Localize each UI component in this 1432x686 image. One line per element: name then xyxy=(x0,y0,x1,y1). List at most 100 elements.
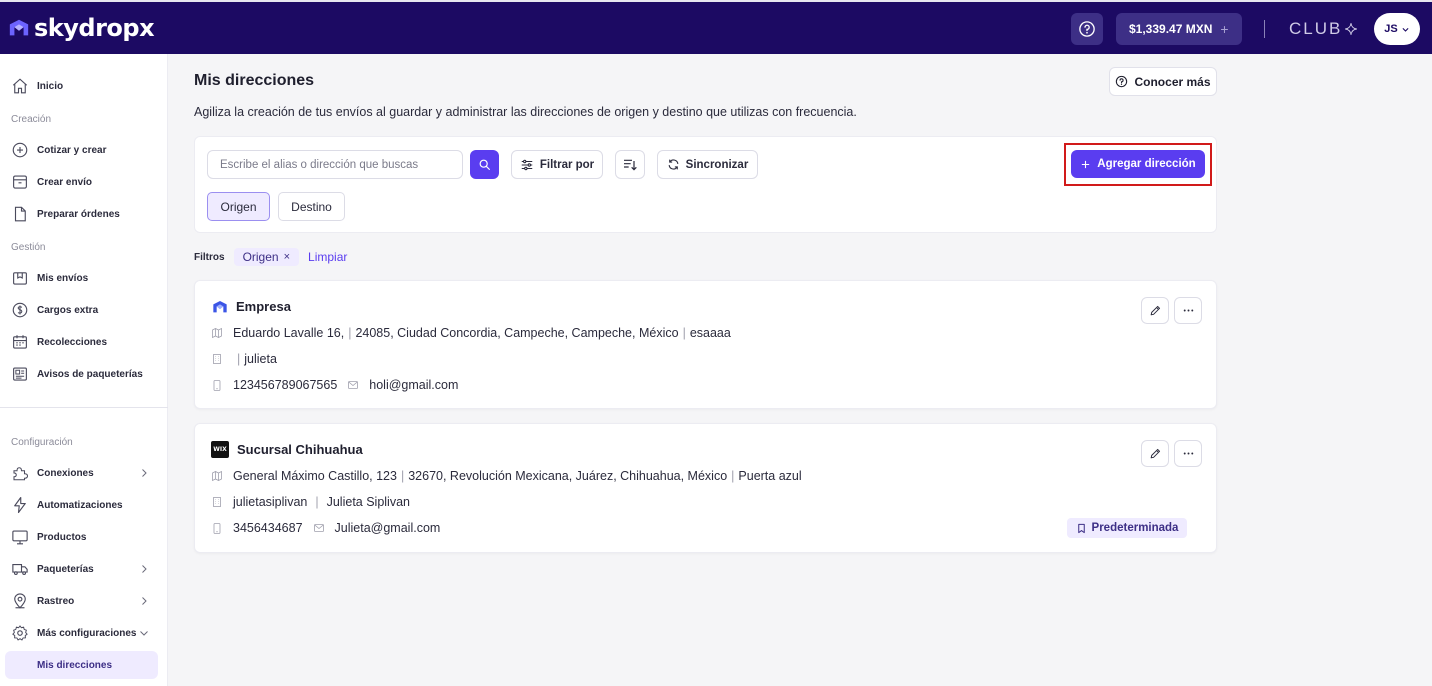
sidebar-item-label: Mis envíos xyxy=(37,272,89,284)
address-reference: Puerta azul xyxy=(738,469,802,483)
conocer-mas-button[interactable]: Conocer más xyxy=(1109,67,1217,96)
club-link[interactable]: CLUB xyxy=(1289,19,1358,39)
sidebar-item-mis-direcciones[interactable]: Mis direcciones xyxy=(5,651,158,679)
separator: | xyxy=(237,352,241,366)
toggle-destino[interactable]: Destino xyxy=(278,192,345,221)
sidebar-item-label: Avisos de paqueterías xyxy=(37,368,143,380)
sidebar-item-mas-configuraciones[interactable]: Más configuraciones xyxy=(5,619,158,647)
sidebar-section-creacion: Creación xyxy=(11,114,52,125)
home-icon xyxy=(10,76,30,96)
sidebar-section-gestion: Gestión xyxy=(11,242,46,253)
separator: | xyxy=(731,469,735,483)
sidebar-item-cotizar[interactable]: Cotizar y crear xyxy=(5,136,158,164)
sidebar-item-label: Cargos extra xyxy=(37,304,99,316)
bookmark-icon xyxy=(1077,523,1085,533)
sidebar-item-automatizaciones[interactable]: Automatizaciones xyxy=(5,491,158,519)
sidebar-item-recolecciones[interactable]: Recolecciones xyxy=(5,328,158,356)
wix-badge-text: WIX xyxy=(213,446,227,453)
address-header: WIX Sucursal Chihuahua xyxy=(211,441,363,458)
sidebar-item-label: Paqueterías xyxy=(37,563,94,575)
wix-brand-icon: WIX xyxy=(211,441,229,458)
sidebar-item-label: Preparar órdenes xyxy=(37,208,120,220)
sidebar-item-label: Rastreo xyxy=(37,595,75,607)
chevron-down-icon xyxy=(140,631,148,636)
chevron-right-icon xyxy=(142,597,147,605)
sidebar-item-productos[interactable]: Productos xyxy=(5,523,158,551)
more-options-button[interactable] xyxy=(1174,440,1202,467)
sincronizar-button[interactable]: Sincronizar xyxy=(657,150,758,179)
search-input[interactable] xyxy=(207,150,463,179)
refresh-icon xyxy=(668,159,679,170)
filtrar-por-label: Filtrar por xyxy=(539,158,595,171)
building-icon xyxy=(211,352,223,366)
sidebar-section-configuracion: Configuración xyxy=(11,437,73,448)
sort-button[interactable] xyxy=(615,150,645,179)
agregar-direccion-button[interactable]: Agregar dirección xyxy=(1071,150,1205,178)
location-pin-icon xyxy=(10,591,30,611)
chevron-down-icon xyxy=(1402,27,1409,32)
topbar-divider xyxy=(1264,20,1265,38)
document-icon xyxy=(10,204,30,224)
filter-chip-origen[interactable]: Origen × xyxy=(233,248,300,266)
search-button[interactable] xyxy=(470,150,499,179)
skydropx-logo[interactable]: skydropx xyxy=(8,14,155,42)
mail-icon xyxy=(347,378,359,392)
address-line: General Máximo Castillo, 123 | 32670, Re… xyxy=(211,469,802,483)
filtrar-por-button[interactable]: Filtrar por xyxy=(511,150,603,179)
sidebar-item-avisos[interactable]: Avisos de paqueterías xyxy=(5,360,158,388)
monitor-icon xyxy=(10,527,30,547)
user-avatar-button[interactable]: JS xyxy=(1374,13,1420,45)
sidebar-divider xyxy=(0,407,168,408)
box-icon xyxy=(10,172,30,192)
contact-line: 3456434687 Julieta@gmail.com xyxy=(211,521,440,535)
sidebar-item-cargos[interactable]: Cargos extra xyxy=(5,296,158,324)
edit-address-button[interactable] xyxy=(1141,440,1169,467)
edit-address-button[interactable] xyxy=(1141,297,1169,324)
newspaper-icon xyxy=(10,364,30,384)
ellipsis-icon xyxy=(1183,309,1193,312)
company-line: | julieta xyxy=(211,352,277,366)
default-label: Predeterminada xyxy=(1091,522,1179,534)
question-circle-icon xyxy=(1079,21,1095,37)
separator: | xyxy=(682,326,686,340)
search-filter-panel: Filtrar por Sincronizar Agregar direcció… xyxy=(194,136,1217,233)
sidebar-item-label: Más configuraciones xyxy=(37,627,137,639)
separator: | xyxy=(315,495,319,509)
ellipsis-icon xyxy=(1183,452,1193,455)
pencil-icon xyxy=(1150,448,1160,459)
sidebar-item-conexiones[interactable]: Conexiones xyxy=(5,459,158,487)
skydropx-logo-icon xyxy=(9,19,29,36)
sidebar-item-label: Productos xyxy=(37,531,87,543)
limpiar-link[interactable]: Limpiar xyxy=(308,250,347,264)
gear-icon xyxy=(10,623,30,643)
sidebar-item-crear-envio[interactable]: Crear envío xyxy=(5,168,158,196)
package-list-icon xyxy=(10,268,30,288)
address-line: Eduardo Lavalle 16, | 24085, Ciudad Conc… xyxy=(211,326,731,340)
sidebar-item-inicio[interactable]: Inicio xyxy=(5,72,158,100)
search-icon xyxy=(479,159,490,170)
close-icon[interactable]: × xyxy=(284,251,290,263)
page-subtitle: Agiliza la creación de tus envíos al gua… xyxy=(194,105,857,119)
sidebar-item-label: Conexiones xyxy=(37,467,94,479)
help-button[interactable] xyxy=(1071,13,1103,45)
contact-line: 123456789067565 holi@gmail.com xyxy=(211,378,458,392)
address-email: holi@gmail.com xyxy=(369,378,459,392)
sparkle-icon xyxy=(1345,23,1358,35)
filters-label: Filtros xyxy=(194,251,225,263)
sidebar-item-preparar[interactable]: Preparar órdenes xyxy=(5,200,158,228)
conocer-mas-label: Conocer más xyxy=(1134,74,1211,89)
sidebar-item-label: Inicio xyxy=(37,80,64,92)
toggle-origen[interactable]: Origen xyxy=(207,192,270,221)
address-header: Empresa xyxy=(211,298,291,315)
sidebar-item-paqueterias[interactable]: Paqueterías xyxy=(5,555,158,583)
address-email: Julieta@gmail.com xyxy=(334,521,441,535)
sort-descending-icon xyxy=(624,159,637,171)
sidebar-item-mis-envios[interactable]: Mis envíos xyxy=(5,264,158,292)
balance-button[interactable]: $1,339.47 MXN + xyxy=(1116,13,1242,45)
truck-icon xyxy=(10,559,30,579)
more-options-button[interactable] xyxy=(1174,297,1202,324)
active-filters-row: Filtros Origen × Limpiar xyxy=(194,247,347,267)
address-contact: julieta xyxy=(244,352,277,366)
default-address-badge: Predeterminada xyxy=(1067,518,1187,538)
sidebar-item-rastreo[interactable]: Rastreo xyxy=(5,587,158,615)
